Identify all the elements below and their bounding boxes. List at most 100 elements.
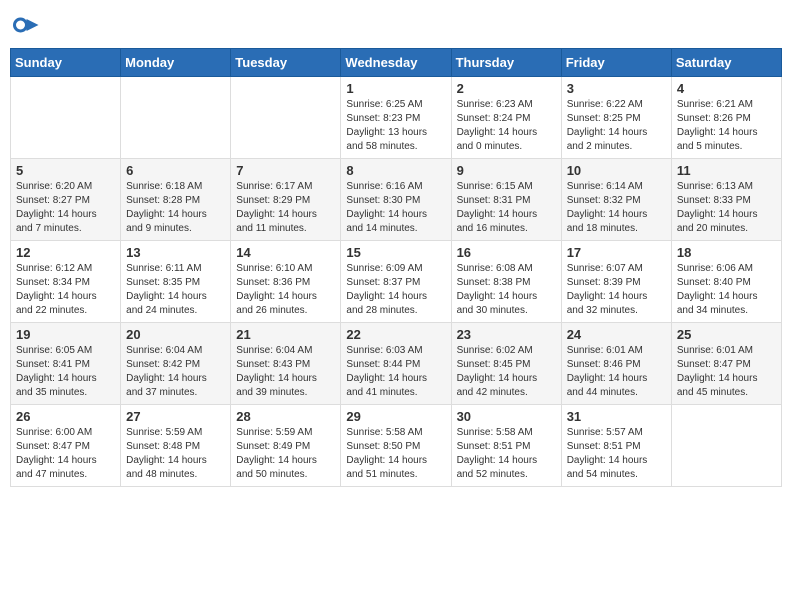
day-number: 15 xyxy=(346,245,445,260)
day-info: Sunrise: 6:23 AM Sunset: 8:24 PM Dayligh… xyxy=(457,98,556,154)
week-row-4: 19 Sunrise: 6:05 AM Sunset: 8:41 PM Dayli… xyxy=(11,323,782,405)
day-number: 26 xyxy=(16,409,115,424)
day-info: Sunrise: 6:09 AM Sunset: 8:37 PM Dayligh… xyxy=(346,262,445,318)
day-cell-9: 9 Sunrise: 6:15 AM Sunset: 8:31 PM Daylig… xyxy=(451,159,561,241)
day-info: Sunrise: 6:12 AM Sunset: 8:34 PM Dayligh… xyxy=(16,262,115,318)
weekday-header-sunday: Sunday xyxy=(11,49,121,77)
day-cell-31: 31Sunrise: 5:57 AM Sunset: 8:51 PM Dayli… xyxy=(561,405,671,487)
day-cell-30: 30Sunrise: 5:58 AM Sunset: 8:51 PM Dayli… xyxy=(451,405,561,487)
day-info: Sunrise: 5:59 AM Sunset: 8:48 PM Dayligh… xyxy=(126,426,225,482)
empty-cell xyxy=(671,405,781,487)
day-cell-8: 8 Sunrise: 6:16 AM Sunset: 8:30 PM Daylig… xyxy=(341,159,451,241)
day-cell-27: 27 Sunrise: 5:59 AM Sunset: 8:48 PM Dayli… xyxy=(121,405,231,487)
day-number: 13 xyxy=(126,245,225,260)
day-info: Sunrise: 6:14 AM Sunset: 8:32 PM Dayligh… xyxy=(567,180,666,236)
empty-cell xyxy=(231,77,341,159)
day-number: 2 xyxy=(457,81,556,96)
day-info: Sunrise: 6:25 AM Sunset: 8:23 PM Dayligh… xyxy=(346,98,445,154)
weekday-header-saturday: Saturday xyxy=(671,49,781,77)
calendar-table: SundayMondayTuesdayWednesdayThursdayFrid… xyxy=(10,48,782,487)
weekday-header-monday: Monday xyxy=(121,49,231,77)
day-info: Sunrise: 6:03 AM Sunset: 8:44 PM Dayligh… xyxy=(346,344,445,400)
week-row-5: 26Sunrise: 6:00 AM Sunset: 8:47 PM Dayli… xyxy=(11,405,782,487)
logo xyxy=(10,10,44,40)
day-number: 20 xyxy=(126,327,225,342)
day-cell-18: 18 Sunrise: 6:06 AM Sunset: 8:40 PM Dayli… xyxy=(671,241,781,323)
day-info: Sunrise: 6:08 AM Sunset: 8:38 PM Dayligh… xyxy=(457,262,556,318)
day-number: 1 xyxy=(346,81,445,96)
day-number: 7 xyxy=(236,163,335,178)
day-number: 8 xyxy=(346,163,445,178)
day-info: Sunrise: 6:05 AM Sunset: 8:41 PM Dayligh… xyxy=(16,344,115,400)
day-info: Sunrise: 6:16 AM Sunset: 8:30 PM Dayligh… xyxy=(346,180,445,236)
day-number: 21 xyxy=(236,327,335,342)
day-number: 22 xyxy=(346,327,445,342)
page-header xyxy=(10,10,782,40)
week-row-2: 5 Sunrise: 6:20 AM Sunset: 8:27 PM Daylig… xyxy=(11,159,782,241)
day-cell-7: 7 Sunrise: 6:17 AM Sunset: 8:29 PM Daylig… xyxy=(231,159,341,241)
day-cell-17: 17Sunrise: 6:07 AM Sunset: 8:39 PM Dayli… xyxy=(561,241,671,323)
day-info: Sunrise: 6:15 AM Sunset: 8:31 PM Dayligh… xyxy=(457,180,556,236)
day-info: Sunrise: 6:10 AM Sunset: 8:36 PM Dayligh… xyxy=(236,262,335,318)
day-cell-6: 6 Sunrise: 6:18 AM Sunset: 8:28 PM Daylig… xyxy=(121,159,231,241)
day-cell-10: 10 Sunrise: 6:14 AM Sunset: 8:32 PM Dayli… xyxy=(561,159,671,241)
day-info: Sunrise: 6:18 AM Sunset: 8:28 PM Dayligh… xyxy=(126,180,225,236)
day-info: Sunrise: 6:02 AM Sunset: 8:45 PM Dayligh… xyxy=(457,344,556,400)
empty-cell xyxy=(121,77,231,159)
day-cell-23: 23 Sunrise: 6:02 AM Sunset: 8:45 PM Dayli… xyxy=(451,323,561,405)
day-number: 6 xyxy=(126,163,225,178)
day-cell-2: 2 Sunrise: 6:23 AM Sunset: 8:24 PM Daylig… xyxy=(451,77,561,159)
day-number: 19 xyxy=(16,327,115,342)
weekday-header-row: SundayMondayTuesdayWednesdayThursdayFrid… xyxy=(11,49,782,77)
day-info: Sunrise: 6:17 AM Sunset: 8:29 PM Dayligh… xyxy=(236,180,335,236)
day-info: Sunrise: 5:58 AM Sunset: 8:51 PM Dayligh… xyxy=(457,426,556,482)
day-number: 11 xyxy=(677,163,776,178)
weekday-header-friday: Friday xyxy=(561,49,671,77)
day-cell-12: 12Sunrise: 6:12 AM Sunset: 8:34 PM Dayli… xyxy=(11,241,121,323)
logo-icon xyxy=(10,10,40,40)
day-number: 16 xyxy=(457,245,556,260)
day-cell-25: 25Sunrise: 6:01 AM Sunset: 8:47 PM Dayli… xyxy=(671,323,781,405)
day-info: Sunrise: 6:04 AM Sunset: 8:42 PM Dayligh… xyxy=(126,344,225,400)
day-number: 29 xyxy=(346,409,445,424)
day-number: 28 xyxy=(236,409,335,424)
day-info: Sunrise: 6:20 AM Sunset: 8:27 PM Dayligh… xyxy=(16,180,115,236)
weekday-header-tuesday: Tuesday xyxy=(231,49,341,77)
day-info: Sunrise: 5:59 AM Sunset: 8:49 PM Dayligh… xyxy=(236,426,335,482)
day-cell-1: 1 Sunrise: 6:25 AM Sunset: 8:23 PM Daylig… xyxy=(341,77,451,159)
day-info: Sunrise: 6:13 AM Sunset: 8:33 PM Dayligh… xyxy=(677,180,776,236)
weekday-header-wednesday: Wednesday xyxy=(341,49,451,77)
day-cell-13: 13 Sunrise: 6:11 AM Sunset: 8:35 PM Dayli… xyxy=(121,241,231,323)
day-cell-28: 28 Sunrise: 5:59 AM Sunset: 8:49 PM Dayli… xyxy=(231,405,341,487)
day-cell-22: 22 Sunrise: 6:03 AM Sunset: 8:44 PM Dayli… xyxy=(341,323,451,405)
day-cell-29: 29 Sunrise: 5:58 AM Sunset: 8:50 PM Dayli… xyxy=(341,405,451,487)
week-row-1: 1 Sunrise: 6:25 AM Sunset: 8:23 PM Daylig… xyxy=(11,77,782,159)
day-number: 14 xyxy=(236,245,335,260)
day-cell-16: 16 Sunrise: 6:08 AM Sunset: 8:38 PM Dayli… xyxy=(451,241,561,323)
day-number: 5 xyxy=(16,163,115,178)
day-cell-21: 21 Sunrise: 6:04 AM Sunset: 8:43 PM Dayli… xyxy=(231,323,341,405)
day-cell-24: 24 Sunrise: 6:01 AM Sunset: 8:46 PM Dayli… xyxy=(561,323,671,405)
day-cell-14: 14 Sunrise: 6:10 AM Sunset: 8:36 PM Dayli… xyxy=(231,241,341,323)
day-cell-20: 20 Sunrise: 6:04 AM Sunset: 8:42 PM Dayli… xyxy=(121,323,231,405)
day-info: Sunrise: 5:58 AM Sunset: 8:50 PM Dayligh… xyxy=(346,426,445,482)
day-info: Sunrise: 6:01 AM Sunset: 8:46 PM Dayligh… xyxy=(567,344,666,400)
day-info: Sunrise: 6:06 AM Sunset: 8:40 PM Dayligh… xyxy=(677,262,776,318)
day-number: 9 xyxy=(457,163,556,178)
day-number: 23 xyxy=(457,327,556,342)
day-cell-19: 19 Sunrise: 6:05 AM Sunset: 8:41 PM Dayli… xyxy=(11,323,121,405)
day-info: Sunrise: 6:04 AM Sunset: 8:43 PM Dayligh… xyxy=(236,344,335,400)
day-number: 18 xyxy=(677,245,776,260)
day-number: 25 xyxy=(677,327,776,342)
day-number: 24 xyxy=(567,327,666,342)
day-info: Sunrise: 6:07 AM Sunset: 8:39 PM Dayligh… xyxy=(567,262,666,318)
day-info: Sunrise: 6:22 AM Sunset: 8:25 PM Dayligh… xyxy=(567,98,666,154)
day-cell-26: 26Sunrise: 6:00 AM Sunset: 8:47 PM Dayli… xyxy=(11,405,121,487)
week-row-3: 12Sunrise: 6:12 AM Sunset: 8:34 PM Dayli… xyxy=(11,241,782,323)
day-info: Sunrise: 6:11 AM Sunset: 8:35 PM Dayligh… xyxy=(126,262,225,318)
day-number: 27 xyxy=(126,409,225,424)
weekday-header-thursday: Thursday xyxy=(451,49,561,77)
day-info: Sunrise: 6:21 AM Sunset: 8:26 PM Dayligh… xyxy=(677,98,776,154)
day-number: 10 xyxy=(567,163,666,178)
day-number: 4 xyxy=(677,81,776,96)
